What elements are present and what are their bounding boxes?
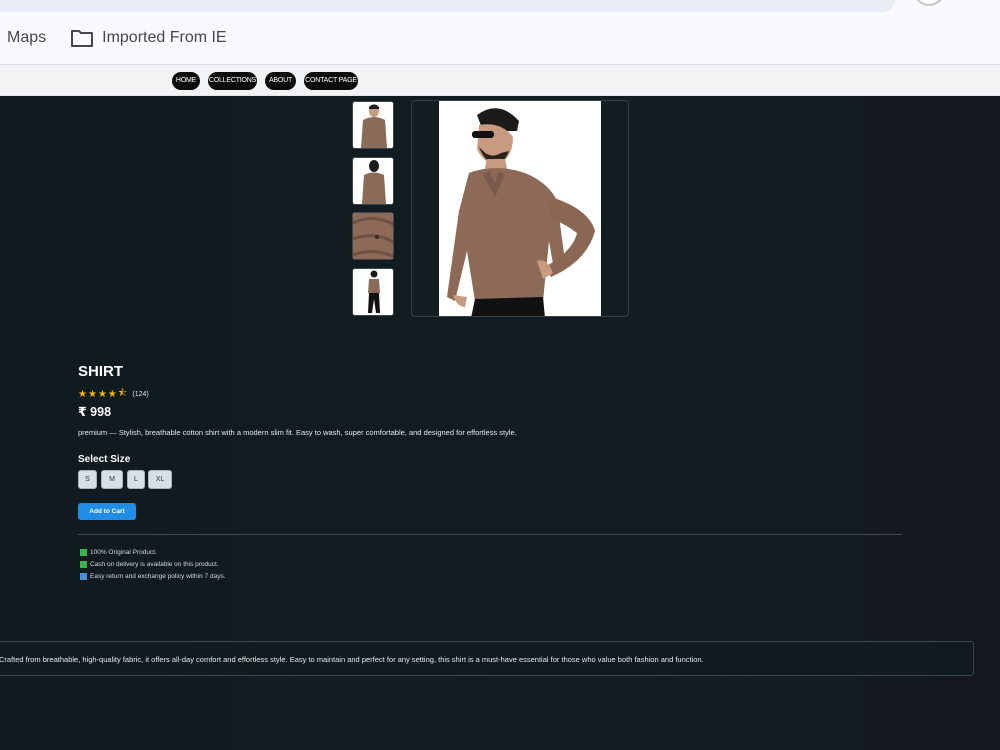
feature-item: Cash on delivery is available on this pr… — [80, 561, 219, 568]
address-bar[interactable] — [0, 0, 895, 12]
nav-contact-button[interactable]: CONTACT PAGE — [304, 72, 358, 90]
star-icon: ★ — [87, 389, 97, 400]
size-option-m[interactable]: M — [101, 470, 123, 489]
product-thumbnail[interactable] — [352, 212, 394, 260]
review-count: (124) — [132, 391, 149, 398]
folder-icon — [70, 28, 94, 48]
bookmark-folder-imported-from-ie[interactable]: Imported From IE — [70, 24, 227, 52]
feature-text: 100% Original Product. — [90, 549, 157, 556]
nav-home-button[interactable]: HOME — [172, 72, 200, 90]
star-icon: ★ — [78, 389, 87, 400]
size-option-xl[interactable]: XL — [148, 470, 172, 489]
select-size-label: Select Size — [78, 454, 131, 465]
product-price: ₹ 998 — [78, 405, 112, 419]
browser-chrome: Maps Imported From IE — [0, 0, 1000, 64]
green-check-icon — [80, 561, 87, 568]
profile-button[interactable] — [913, 0, 945, 6]
site-navbar: HOME COLLECTIONS ABOUT CONTACT PAGE — [0, 64, 1000, 96]
bookmark-label: Imported From IE — [102, 29, 227, 46]
product-main-image-frame — [411, 100, 629, 317]
long-description-box: Crafted from breathable, high-quality fa… — [0, 641, 974, 676]
feature-text: Easy return and exchange policy within 7… — [90, 573, 226, 580]
divider — [78, 534, 902, 535]
product-page: SHIRT ★ ★ ★ ★ ⯪ (124) ₹ 998 premium — St… — [0, 96, 1000, 750]
feature-text: Cash on delivery is available on this pr… — [90, 561, 219, 568]
product-title: SHIRT — [78, 363, 123, 380]
green-check-icon — [80, 549, 87, 556]
product-description: premium — Stylish, breathable cotton shi… — [78, 428, 517, 437]
product-rating: ★ ★ ★ ★ ⯪ (124) — [78, 386, 149, 403]
product-main-image — [439, 101, 601, 316]
size-option-s[interactable]: S — [78, 470, 97, 489]
add-to-cart-button[interactable]: Add to Cart — [78, 503, 136, 520]
product-thumbnail[interactable] — [352, 268, 394, 316]
star-icon: ★ — [97, 389, 107, 400]
feature-item: Easy return and exchange policy within 7… — [80, 573, 226, 580]
bookmarks-bar: Maps Imported From IE — [0, 24, 227, 52]
product-thumbnail[interactable] — [352, 101, 394, 149]
nav-collections-button[interactable]: COLLECTIONS — [208, 72, 257, 90]
half-star-icon: ⯪ — [117, 388, 128, 399]
size-option-l[interactable]: L — [127, 470, 145, 489]
blue-check-icon — [80, 573, 87, 580]
bookmark-label: Maps — [7, 29, 47, 46]
product-thumbnail[interactable] — [352, 157, 394, 205]
long-description-text: Crafted from breathable, high-quality fa… — [0, 655, 704, 664]
feature-item: 100% Original Product. — [80, 549, 157, 556]
star-icon: ★ — [107, 389, 117, 400]
nav-about-button[interactable]: ABOUT — [265, 72, 296, 90]
bookmark-maps[interactable]: Maps — [7, 24, 46, 52]
